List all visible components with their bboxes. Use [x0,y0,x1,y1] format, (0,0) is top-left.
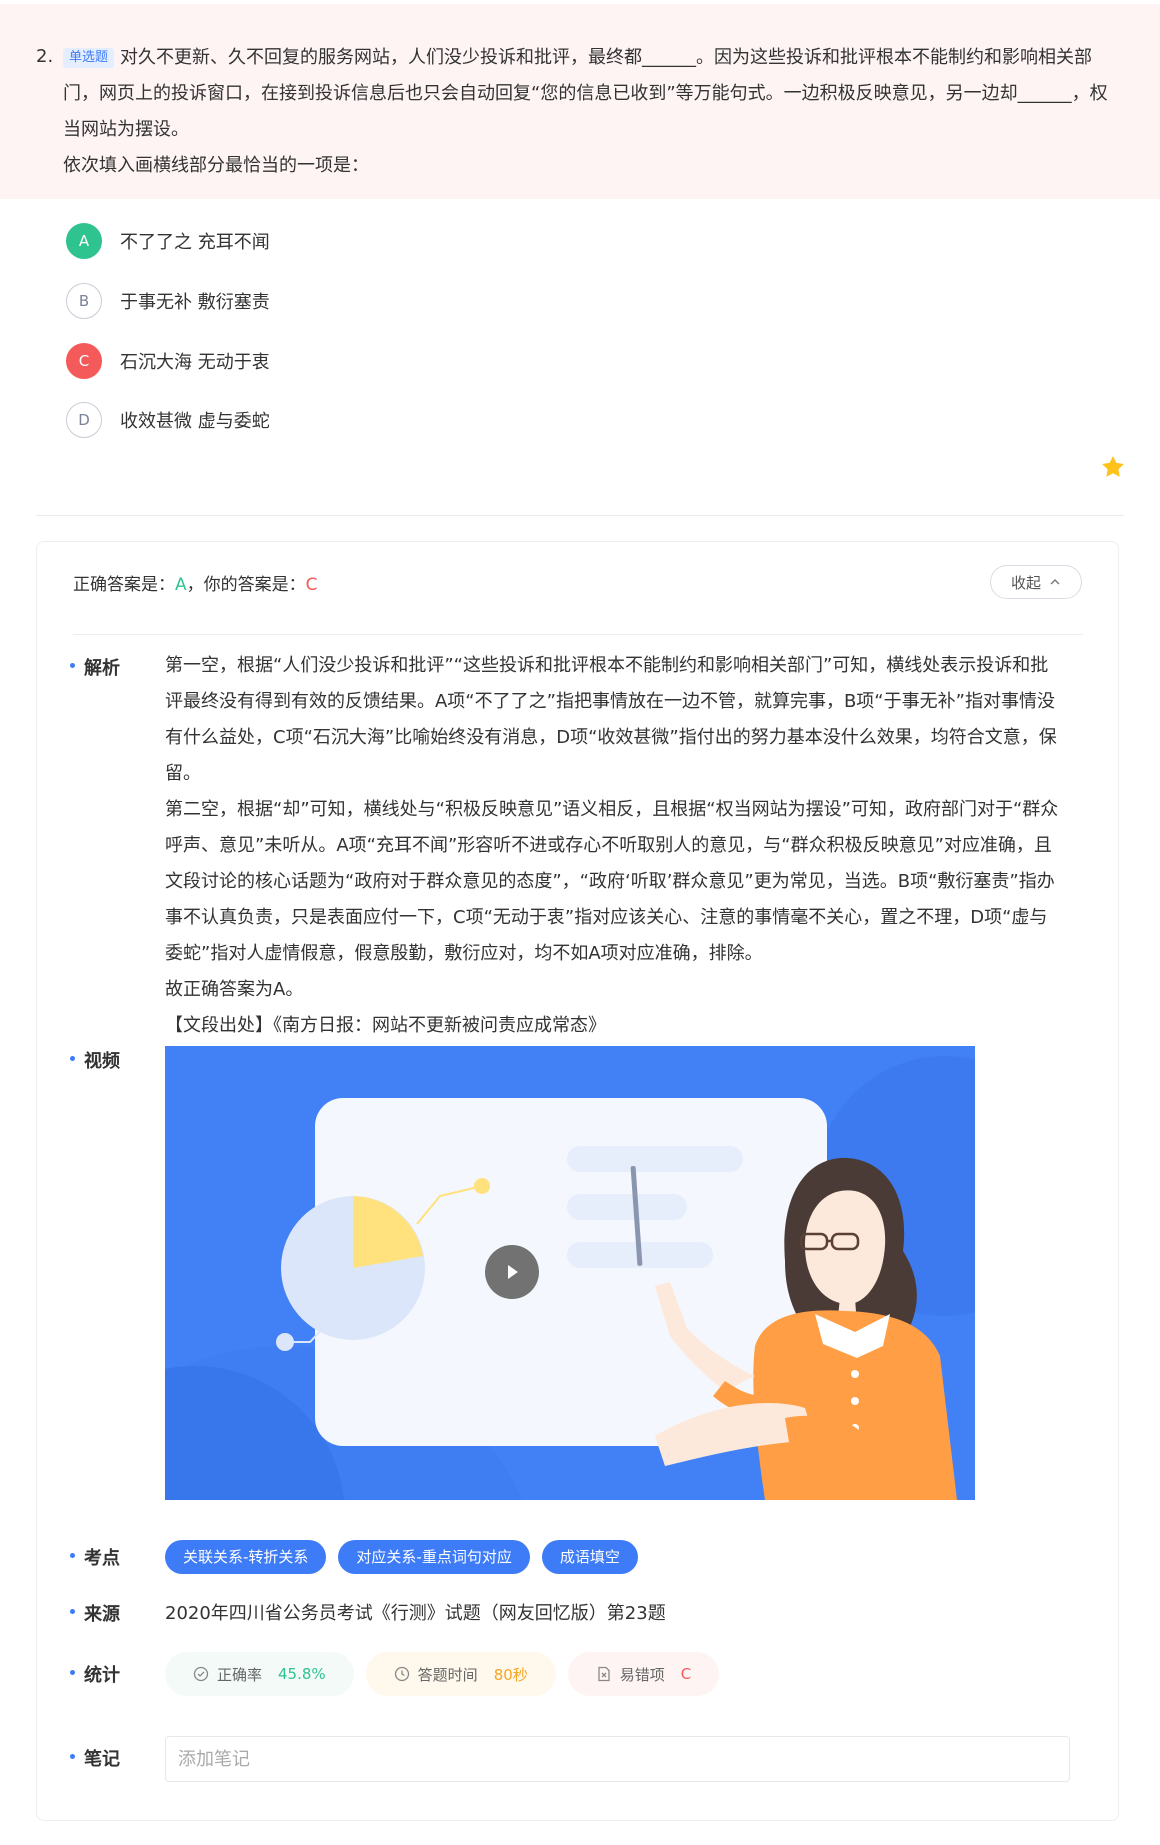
notes-label: 笔记 [70,1745,120,1771]
analysis-paragraph: 故正确答案为A。 [165,979,304,1000]
time-stat: 答题时间 80秒 [365,1652,556,1696]
your-answer-value: C [305,575,318,595]
document-error-icon [598,1666,610,1682]
option-a[interactable]: A 不了了之 充耳不闻 [66,221,270,261]
analysis-paragraph: 第二空，根据“却”可知，横线处与“积极反映意见”语义相反，且根据“权当网站为摆设… [165,799,1059,964]
question-prompt: 依次填入画横线部分最恰当的一项是： [63,155,369,176]
knowledge-point-tag[interactable]: 对应关系-重点词句对应 [338,1540,530,1574]
answer-summary: 正确答案是：A，你的答案是：C [73,570,318,595]
analysis-label: 解析 [70,654,120,680]
source-text: 2020年四川省公务员考试《行测》试题（网友回忆版）第23题 [165,1603,666,1624]
analysis-paragraph: 第一空，根据“人们没少投诉和批评”“这些投诉和批评根本不能制约和影响相关部门”可… [165,655,1057,784]
analysis-text: 第一空，根据“人们没少投诉和批评”“这些投诉和批评根本不能制约和影响相关部门”可… [165,648,1065,1044]
source-label: 来源 [70,1600,120,1626]
points-label: 考点 [70,1544,120,1570]
analysis-paragraph: 【文段出处】《南方日报：网站不更新被问责应成常态》 [165,1015,606,1036]
correct-answer-value: A [175,575,187,595]
collapse-button[interactable]: 收起 [990,565,1082,599]
stats-label: 统计 [70,1661,120,1687]
collapse-label: 收起 [1010,573,1041,592]
time-value: 80秒 [493,1665,528,1684]
option-text: 不了了之 充耳不闻 [120,232,270,253]
accuracy-value: 45.8% [278,1665,326,1683]
option-letter: D [66,402,102,438]
divider [73,634,1083,635]
mistake-label: 易错项 [619,1665,665,1684]
option-d[interactable]: D 收效甚微 虚与委蛇 [66,400,270,440]
option-letter: C [66,343,102,379]
star-icon[interactable] [1100,454,1126,480]
question-type-tag: 单选题 [63,48,115,68]
correct-answer-label: 正确答案是： [73,575,175,595]
video-label: 视频 [70,1047,120,1073]
chevron-up-icon [1050,579,1060,585]
mistake-stat: 易错项 C [567,1652,720,1696]
check-circle-icon [193,1666,209,1682]
option-text: 石沉大海 无动于衷 [120,352,270,373]
knowledge-point-tags: 关联关系-转折关系 对应关系-重点词句对应 成语填空 [165,1540,638,1574]
accuracy-label: 正确率 [217,1665,263,1684]
option-letter: A [66,223,102,259]
clock-icon [394,1666,409,1682]
option-letter: B [66,283,102,319]
your-answer-label: 你的答案是： [203,575,306,595]
accuracy-stat: 正确率 45.8% [165,1652,354,1696]
question-text: 单选题 对久不更新、久不回复的服务网站，人们没少投诉和批评，最终都______。因… [63,40,1123,148]
mistake-value: C [680,1665,692,1683]
play-button[interactable] [485,1245,539,1299]
notes-input[interactable] [165,1736,1070,1782]
answer-separator: ， [186,575,204,595]
video-player[interactable] [165,1046,975,1500]
option-b[interactable]: B 于事无补 敷衍塞责 [66,281,270,321]
play-icon [508,1265,518,1279]
knowledge-point-tag[interactable]: 关联关系-转折关系 [165,1540,327,1574]
option-text: 收效甚微 虚与委蛇 [120,411,270,432]
stats-row: 正确率 45.8% 答题时间 80秒 易错项 C [165,1652,720,1696]
question-stem: 对久不更新、久不回复的服务网站，人们没少投诉和批评，最终都______。因为这些… [63,47,1108,140]
option-c[interactable]: C 石沉大海 无动于衷 [66,341,270,381]
time-label: 答题时间 [417,1665,478,1684]
question-number: 2. [36,46,54,67]
video-thumbnail [165,1046,975,1500]
knowledge-point-tag[interactable]: 成语填空 [541,1540,638,1574]
option-text: 于事无补 敷衍塞责 [120,292,270,313]
divider [36,515,1124,516]
